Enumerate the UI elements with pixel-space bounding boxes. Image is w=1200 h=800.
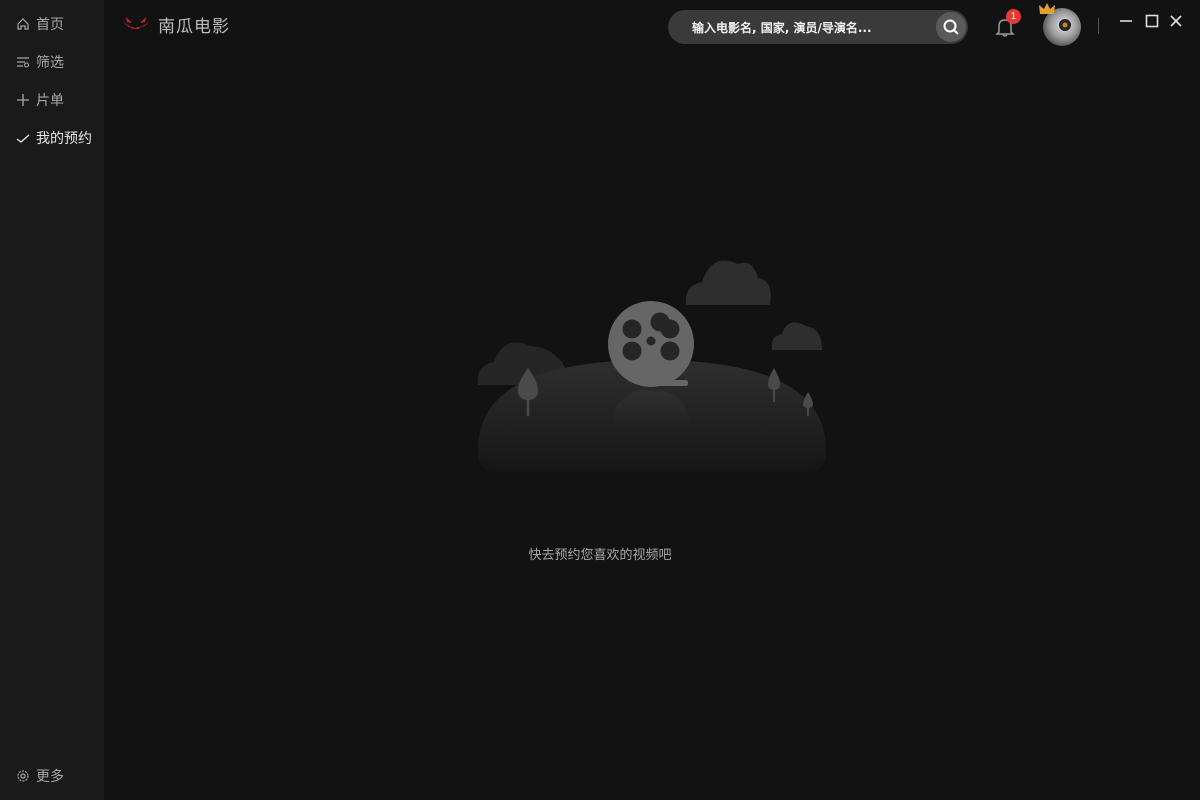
home-icon <box>17 18 29 30</box>
empty-state-message: 快去预约您喜欢的视频吧 <box>528 548 672 563</box>
filter-icon <box>17 57 30 68</box>
sidebar-item-more[interactable]: 更多 <box>16 766 64 786</box>
sidebar-item-playlist[interactable]: 片单 <box>16 90 64 110</box>
sidebar-item-label: 更多 <box>36 769 64 785</box>
search-button[interactable] <box>936 12 966 42</box>
sidebar-item-label: 片单 <box>36 93 64 109</box>
search-bar <box>668 10 968 46</box>
notification-badge: 1 <box>1006 9 1021 24</box>
empty-state-illustration <box>477 260 826 472</box>
sidebar-item-label: 我的预约 <box>36 131 92 147</box>
gear-icon <box>17 770 29 782</box>
minimize-icon[interactable] <box>1119 14 1133 28</box>
check-icon <box>16 134 30 143</box>
sidebar-item-home[interactable]: 首页 <box>16 14 64 34</box>
plus-icon <box>17 94 29 106</box>
close-icon[interactable] <box>1169 14 1183 28</box>
sidebar-item-reservations[interactable]: 我的预约 <box>16 128 92 148</box>
header-divider <box>1098 18 1099 34</box>
app-logo[interactable]: 南瓜电影 <box>120 12 230 37</box>
pumpkin-logo-icon <box>122 16 150 29</box>
search-input[interactable] <box>690 10 924 46</box>
maximize-icon[interactable] <box>1145 14 1159 28</box>
logo-text: 南瓜电影 <box>158 17 230 37</box>
avatar[interactable] <box>1039 3 1081 46</box>
sidebar: 首页 筛选 片单 我的预约 更多 <box>0 0 104 800</box>
sidebar-item-label: 首页 <box>36 17 64 33</box>
sidebar-item-label: 筛选 <box>36 55 64 71</box>
avatar-face-icon <box>1059 19 1071 31</box>
search-icon <box>943 19 959 35</box>
sidebar-item-filter[interactable]: 筛选 <box>16 52 64 72</box>
